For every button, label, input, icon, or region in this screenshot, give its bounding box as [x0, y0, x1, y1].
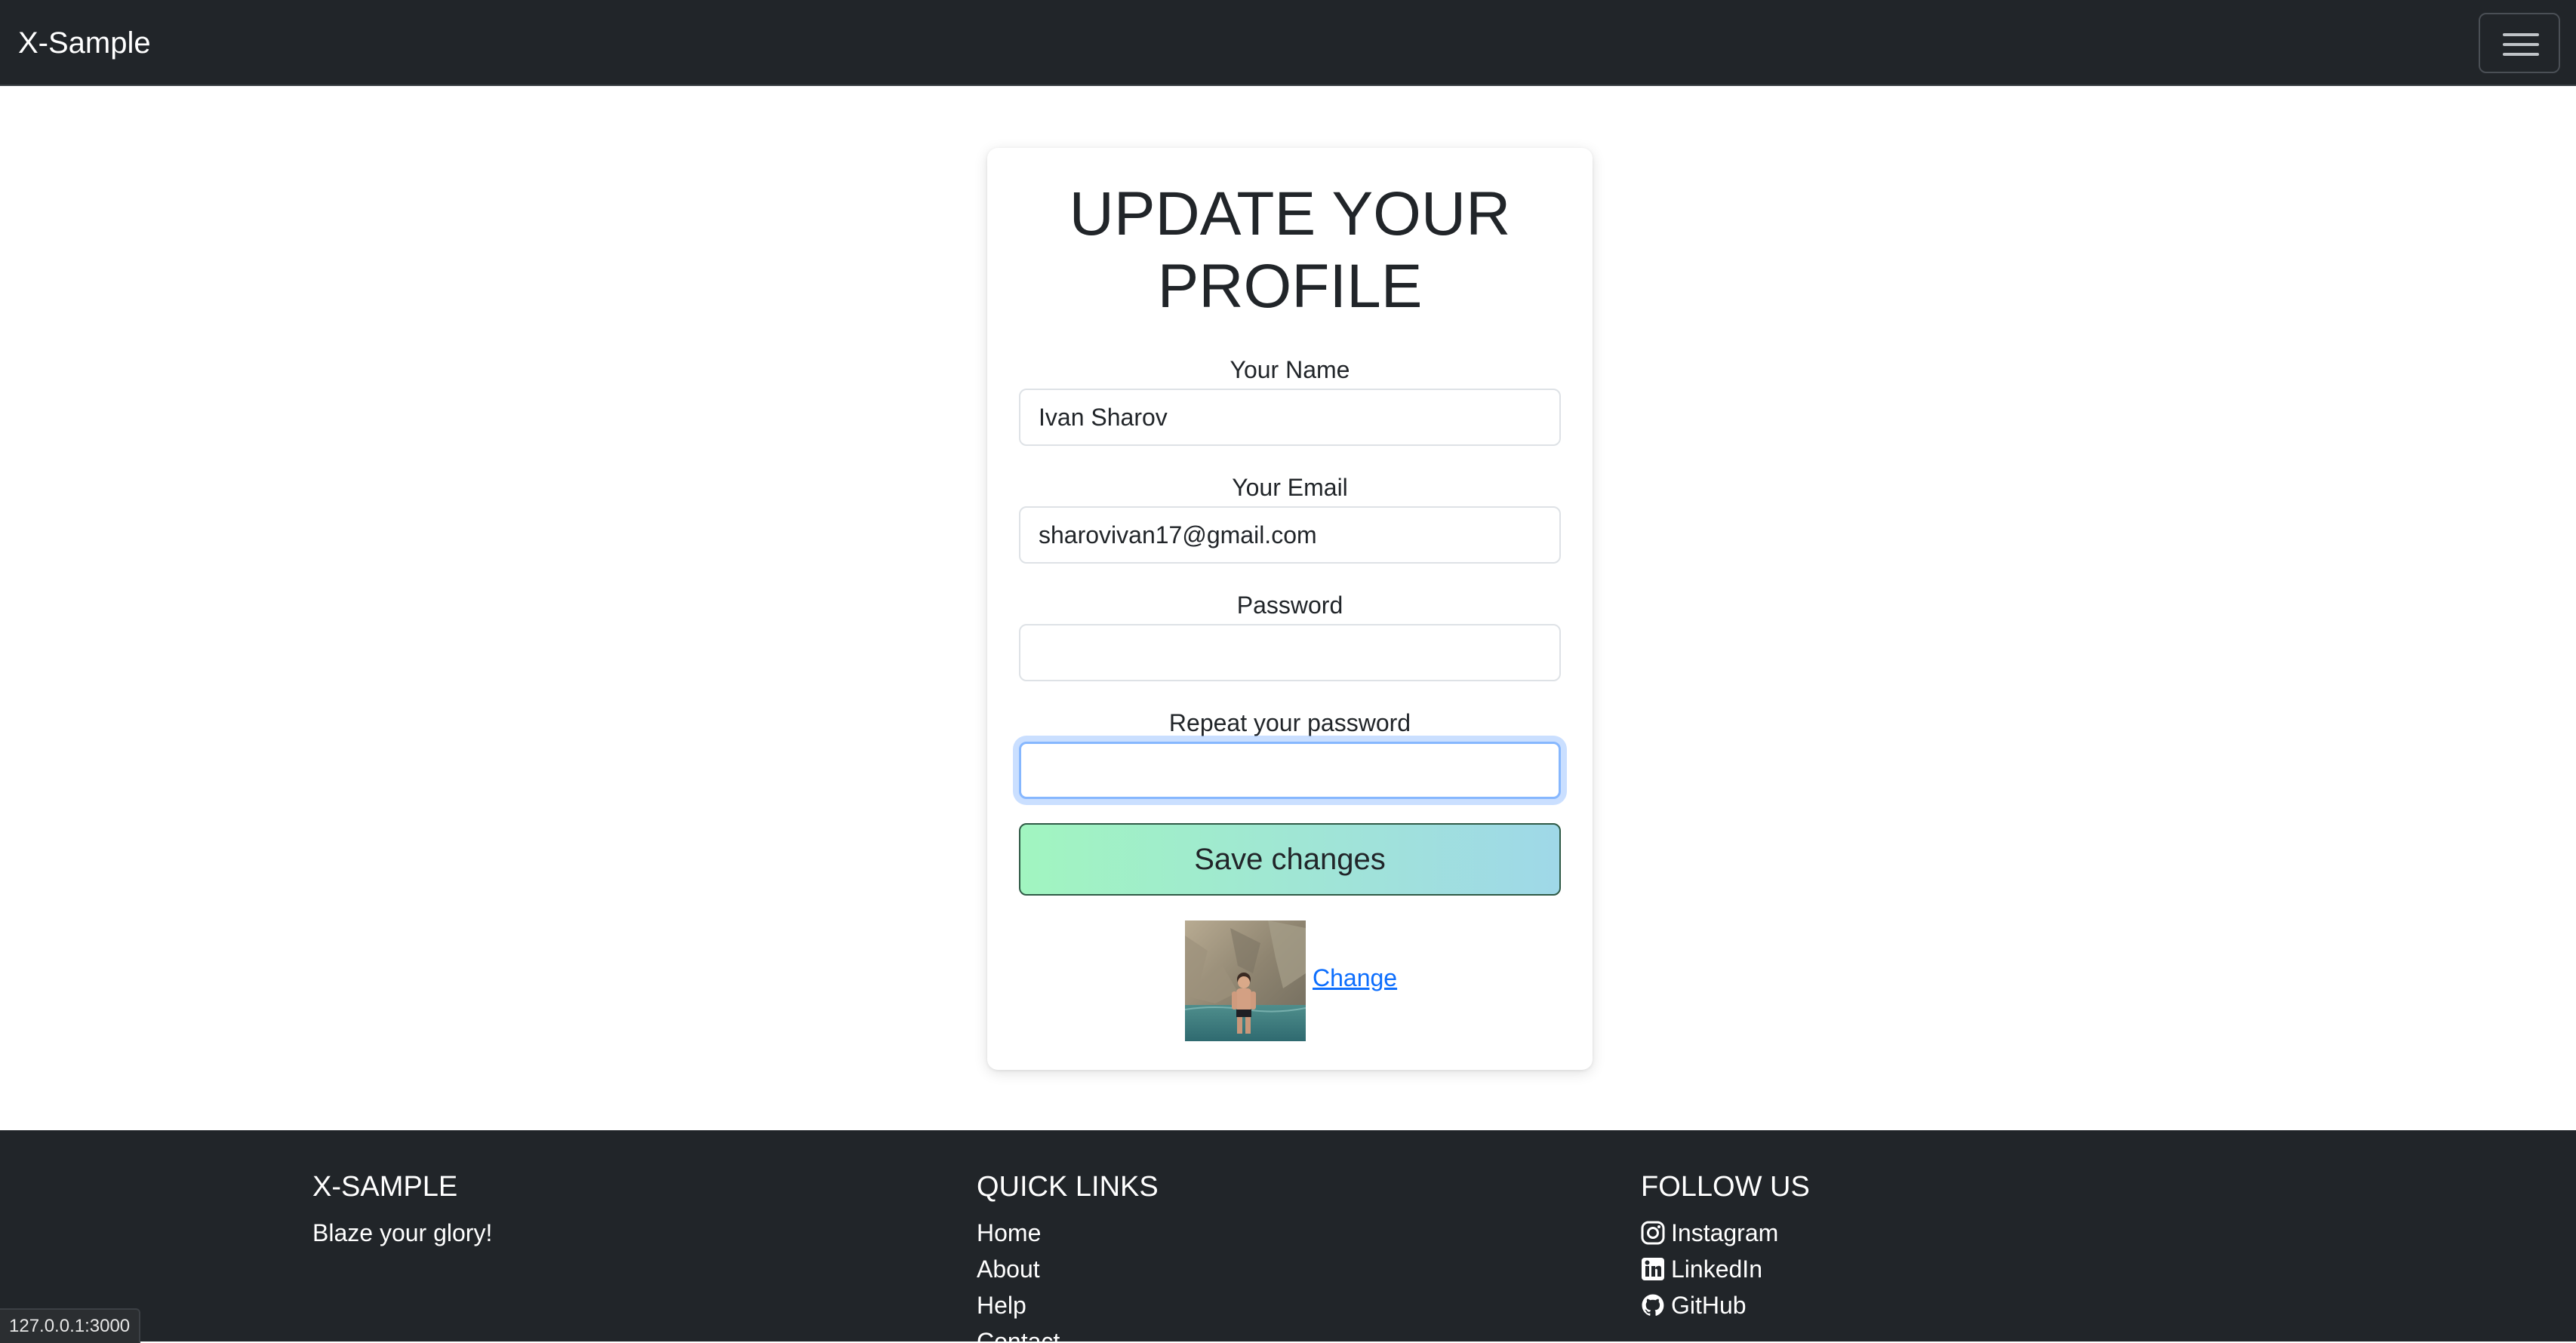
footer-social-instagram[interactable]: Instagram	[1671, 1218, 1778, 1248]
footer-brand-title: X-SAMPLE	[312, 1171, 458, 1203]
footer-link-home[interactable]: Home	[977, 1218, 1041, 1248]
repeat-password-input[interactable]	[1019, 742, 1561, 799]
hamburger-menu-icon	[2503, 33, 2539, 36]
email-input[interactable]	[1019, 506, 1561, 564]
footer-quick-links-title: QUICK LINKS	[977, 1171, 1159, 1203]
page-title: UPDATE YOUR PROFILE	[987, 178, 1593, 323]
status-url-tooltip: 127.0.0.1:3000	[0, 1308, 141, 1343]
name-label: Your Name	[1230, 356, 1350, 383]
hamburger-menu-icon-bar	[2503, 53, 2539, 56]
navbar-brand[interactable]: X-Sample	[18, 0, 151, 86]
email-label: Your Email	[1232, 474, 1348, 501]
avatar	[1185, 920, 1306, 1041]
footer: X-SAMPLE Blaze your glory! QUICK LINKS H…	[0, 1130, 2576, 1341]
footer-link-about[interactable]: About	[977, 1254, 1040, 1284]
github-icon	[1642, 1294, 1664, 1316]
repeat-password-label: Repeat your password	[1168, 709, 1411, 736]
save-changes-button[interactable]: Save changes	[1019, 823, 1561, 896]
footer-tagline: Blaze your glory!	[312, 1219, 493, 1246]
name-input[interactable]	[1019, 389, 1561, 446]
change-photo-link[interactable]: Change	[1313, 963, 1397, 993]
profile-photo	[1185, 920, 1306, 1041]
page-title-line-2: PROFILE	[1157, 252, 1423, 321]
update-profile-card: UPDATE YOUR PROFILE Your Name Your Email…	[987, 148, 1593, 1070]
password-input[interactable]	[1019, 624, 1561, 681]
navbar: X-Sample	[0, 0, 2576, 86]
instagram-icon	[1641, 1221, 1665, 1245]
hamburger-menu-icon-bar	[2503, 43, 2539, 46]
footer-social-linkedin[interactable]: LinkedIn	[1671, 1254, 1762, 1284]
page-title-line-1: UPDATE YOUR	[1069, 180, 1511, 248]
password-label: Password	[1236, 592, 1343, 619]
navbar-toggle-button[interactable]	[2479, 13, 2560, 73]
linkedin-icon	[1642, 1258, 1664, 1280]
footer-link-help[interactable]: Help	[977, 1290, 1026, 1320]
footer-social-github[interactable]: GitHub	[1671, 1290, 1747, 1320]
footer-follow-us-title: FOLLOW US	[1641, 1171, 1810, 1203]
footer-link-contact[interactable]: Contact	[977, 1326, 1060, 1341]
